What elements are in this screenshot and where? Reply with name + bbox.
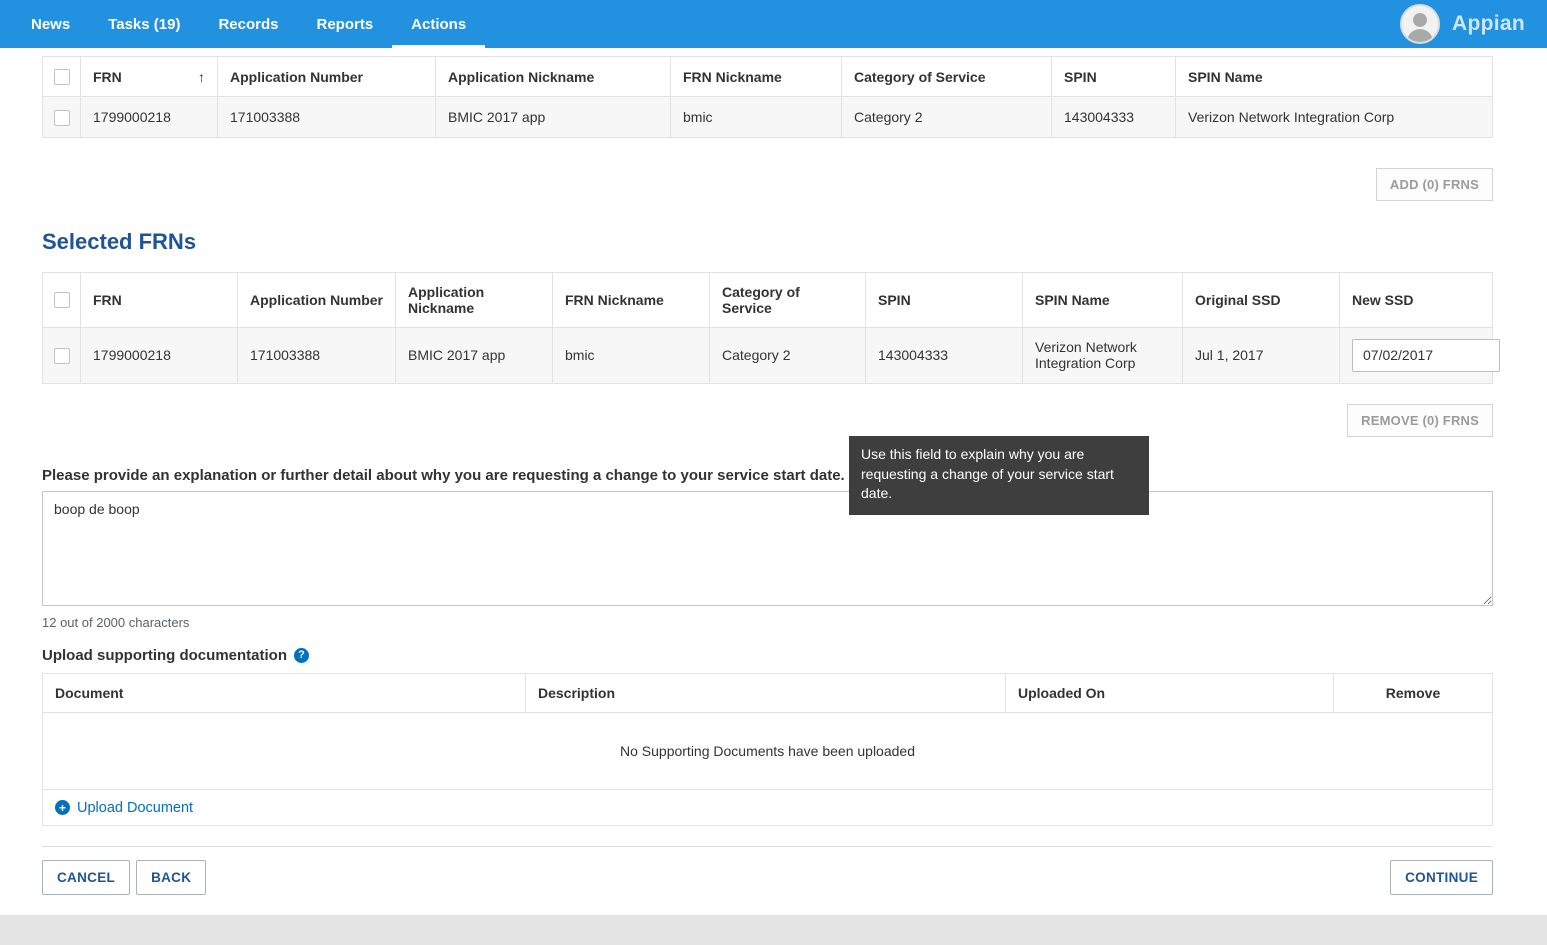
col-header-original-ssd: Original SSD	[1183, 272, 1340, 327]
user-avatar[interactable]	[1400, 4, 1440, 44]
table-header-row: FRN ↑ Application Number Application Nic…	[43, 57, 1493, 97]
col-header-frn: FRN	[81, 272, 238, 327]
footer-actions: CANCEL BACK CONTINUE	[42, 860, 1493, 915]
col-header-spin-name: SPIN Name	[1023, 272, 1183, 327]
table-row: 1799000218 171003388 BMIC 2017 app bmic …	[43, 97, 1493, 137]
col-header-uploaded-on: Uploaded On	[1006, 673, 1334, 712]
back-button[interactable]: BACK	[136, 860, 206, 895]
col-header-frn-nickname: FRN Nickname	[553, 272, 710, 327]
nav-tab-reports[interactable]: Reports	[297, 0, 392, 48]
nav-tab-news[interactable]: News	[12, 0, 89, 48]
continue-button[interactable]: CONTINUE	[1390, 860, 1493, 895]
col-header-category-of-service: Category of Service	[710, 272, 866, 327]
plus-circle-icon: +	[55, 800, 70, 815]
table-header-row: Document Description Uploaded On Remove	[43, 673, 1493, 712]
col-header-application-nickname: Application Nickname	[396, 272, 553, 327]
cell-frn: 1799000218	[81, 97, 218, 137]
explanation-label-text: Please provide an explanation or further…	[42, 467, 845, 484]
nav-right: Appian	[1400, 4, 1535, 44]
cell-application-nickname: BMIC 2017 app	[396, 327, 553, 383]
row-select-checkbox[interactable]	[54, 110, 70, 126]
cell-frn: 1799000218	[81, 327, 238, 383]
cell-application-number: 171003388	[218, 97, 436, 137]
avatar-person-icon	[1407, 29, 1433, 44]
upload-document-link-label: Upload Document	[77, 800, 193, 816]
cancel-button[interactable]: CANCEL	[42, 860, 130, 895]
cell-frn-nickname: bmic	[671, 97, 842, 137]
character-counter: 12 out of 2000 characters	[42, 615, 1493, 630]
col-header-application-number: Application Number	[238, 272, 396, 327]
cell-frn-nickname: bmic	[553, 327, 710, 383]
main-nav: News Tasks (19) Records Reports Actions	[12, 0, 485, 48]
upload-link-row: + Upload Document	[43, 789, 1493, 825]
table-row: 1799000218 171003388 BMIC 2017 app bmic …	[43, 327, 1493, 383]
col-header-frn-label: FRN	[93, 69, 122, 85]
col-header-spin-name: SPIN Name	[1176, 57, 1493, 97]
upload-documentation-label-text: Upload supporting documentation	[42, 647, 287, 664]
help-tooltip: Use this field to explain why you are re…	[849, 436, 1149, 515]
sort-ascending-icon[interactable]: ↑	[198, 69, 205, 85]
col-header-remove: Remove	[1334, 673, 1493, 712]
cell-spin: 143004333	[1052, 97, 1176, 137]
appian-logo: Appian	[1452, 12, 1525, 36]
nav-tab-actions[interactable]: Actions	[392, 0, 485, 48]
explanation-textarea[interactable]: boop de boop	[42, 491, 1493, 606]
empty-state-message: No Supporting Documents have been upload…	[43, 712, 1493, 789]
add-frns-button[interactable]: ADD (0) FRNS	[1376, 168, 1493, 201]
col-header-category-of-service: Category of Service	[842, 57, 1052, 97]
select-all-checkbox[interactable]	[54, 69, 70, 85]
cell-category-of-service: Category 2	[710, 327, 866, 383]
upload-documentation-label: Upload supporting documentation ?	[42, 647, 1493, 664]
col-header-document: Document	[43, 673, 526, 712]
cell-spin: 143004333	[866, 327, 1023, 383]
page: News Tasks (19) Records Reports Actions …	[0, 0, 1547, 945]
col-header-spin: SPIN	[1052, 57, 1176, 97]
col-header-frn[interactable]: FRN ↑	[81, 57, 218, 97]
selected-frns-table: FRN Application Number Application Nickn…	[42, 272, 1493, 384]
supporting-documents-table: Document Description Uploaded On Remove …	[42, 673, 1493, 826]
col-header-frn-nickname: FRN Nickname	[671, 57, 842, 97]
selected-frns-heading: Selected FRNs	[42, 229, 1493, 255]
table-header-row: FRN Application Number Application Nickn…	[43, 272, 1493, 327]
col-header-application-number: Application Number	[218, 57, 436, 97]
new-ssd-input[interactable]	[1352, 339, 1500, 372]
cell-spin-name: Verizon Network Integration Corp	[1023, 327, 1183, 383]
cell-new-ssd	[1340, 327, 1493, 383]
help-icon[interactable]: ?	[294, 648, 309, 663]
top-navbar: News Tasks (19) Records Reports Actions …	[0, 0, 1547, 48]
frn-search-results-table: FRN ↑ Application Number Application Nic…	[42, 56, 1493, 138]
col-header-new-ssd: New SSD	[1340, 272, 1493, 327]
upload-document-link[interactable]: + Upload Document	[55, 800, 193, 816]
col-header-application-nickname: Application Nickname	[436, 57, 671, 97]
empty-state-row: No Supporting Documents have been upload…	[43, 712, 1493, 789]
select-all-checkbox[interactable]	[54, 292, 70, 308]
main-content: FRN ↑ Application Number Application Nic…	[0, 48, 1547, 915]
cell-spin-name: Verizon Network Integration Corp	[1176, 97, 1493, 137]
explanation-label: Please provide an explanation or further…	[42, 467, 1493, 484]
col-header-description: Description	[526, 673, 1006, 712]
cell-original-ssd: Jul 1, 2017	[1183, 327, 1340, 383]
nav-tab-records[interactable]: Records	[199, 0, 297, 48]
cell-category-of-service: Category 2	[842, 97, 1052, 137]
cell-application-number: 171003388	[238, 327, 396, 383]
nav-tab-tasks[interactable]: Tasks (19)	[89, 0, 199, 48]
row-select-checkbox[interactable]	[54, 348, 70, 364]
cell-application-nickname: BMIC 2017 app	[436, 97, 671, 137]
footer-divider	[42, 846, 1493, 847]
remove-frns-button[interactable]: REMOVE (0) FRNS	[1347, 404, 1493, 437]
col-header-spin: SPIN	[866, 272, 1023, 327]
avatar-person-icon	[1413, 13, 1427, 27]
